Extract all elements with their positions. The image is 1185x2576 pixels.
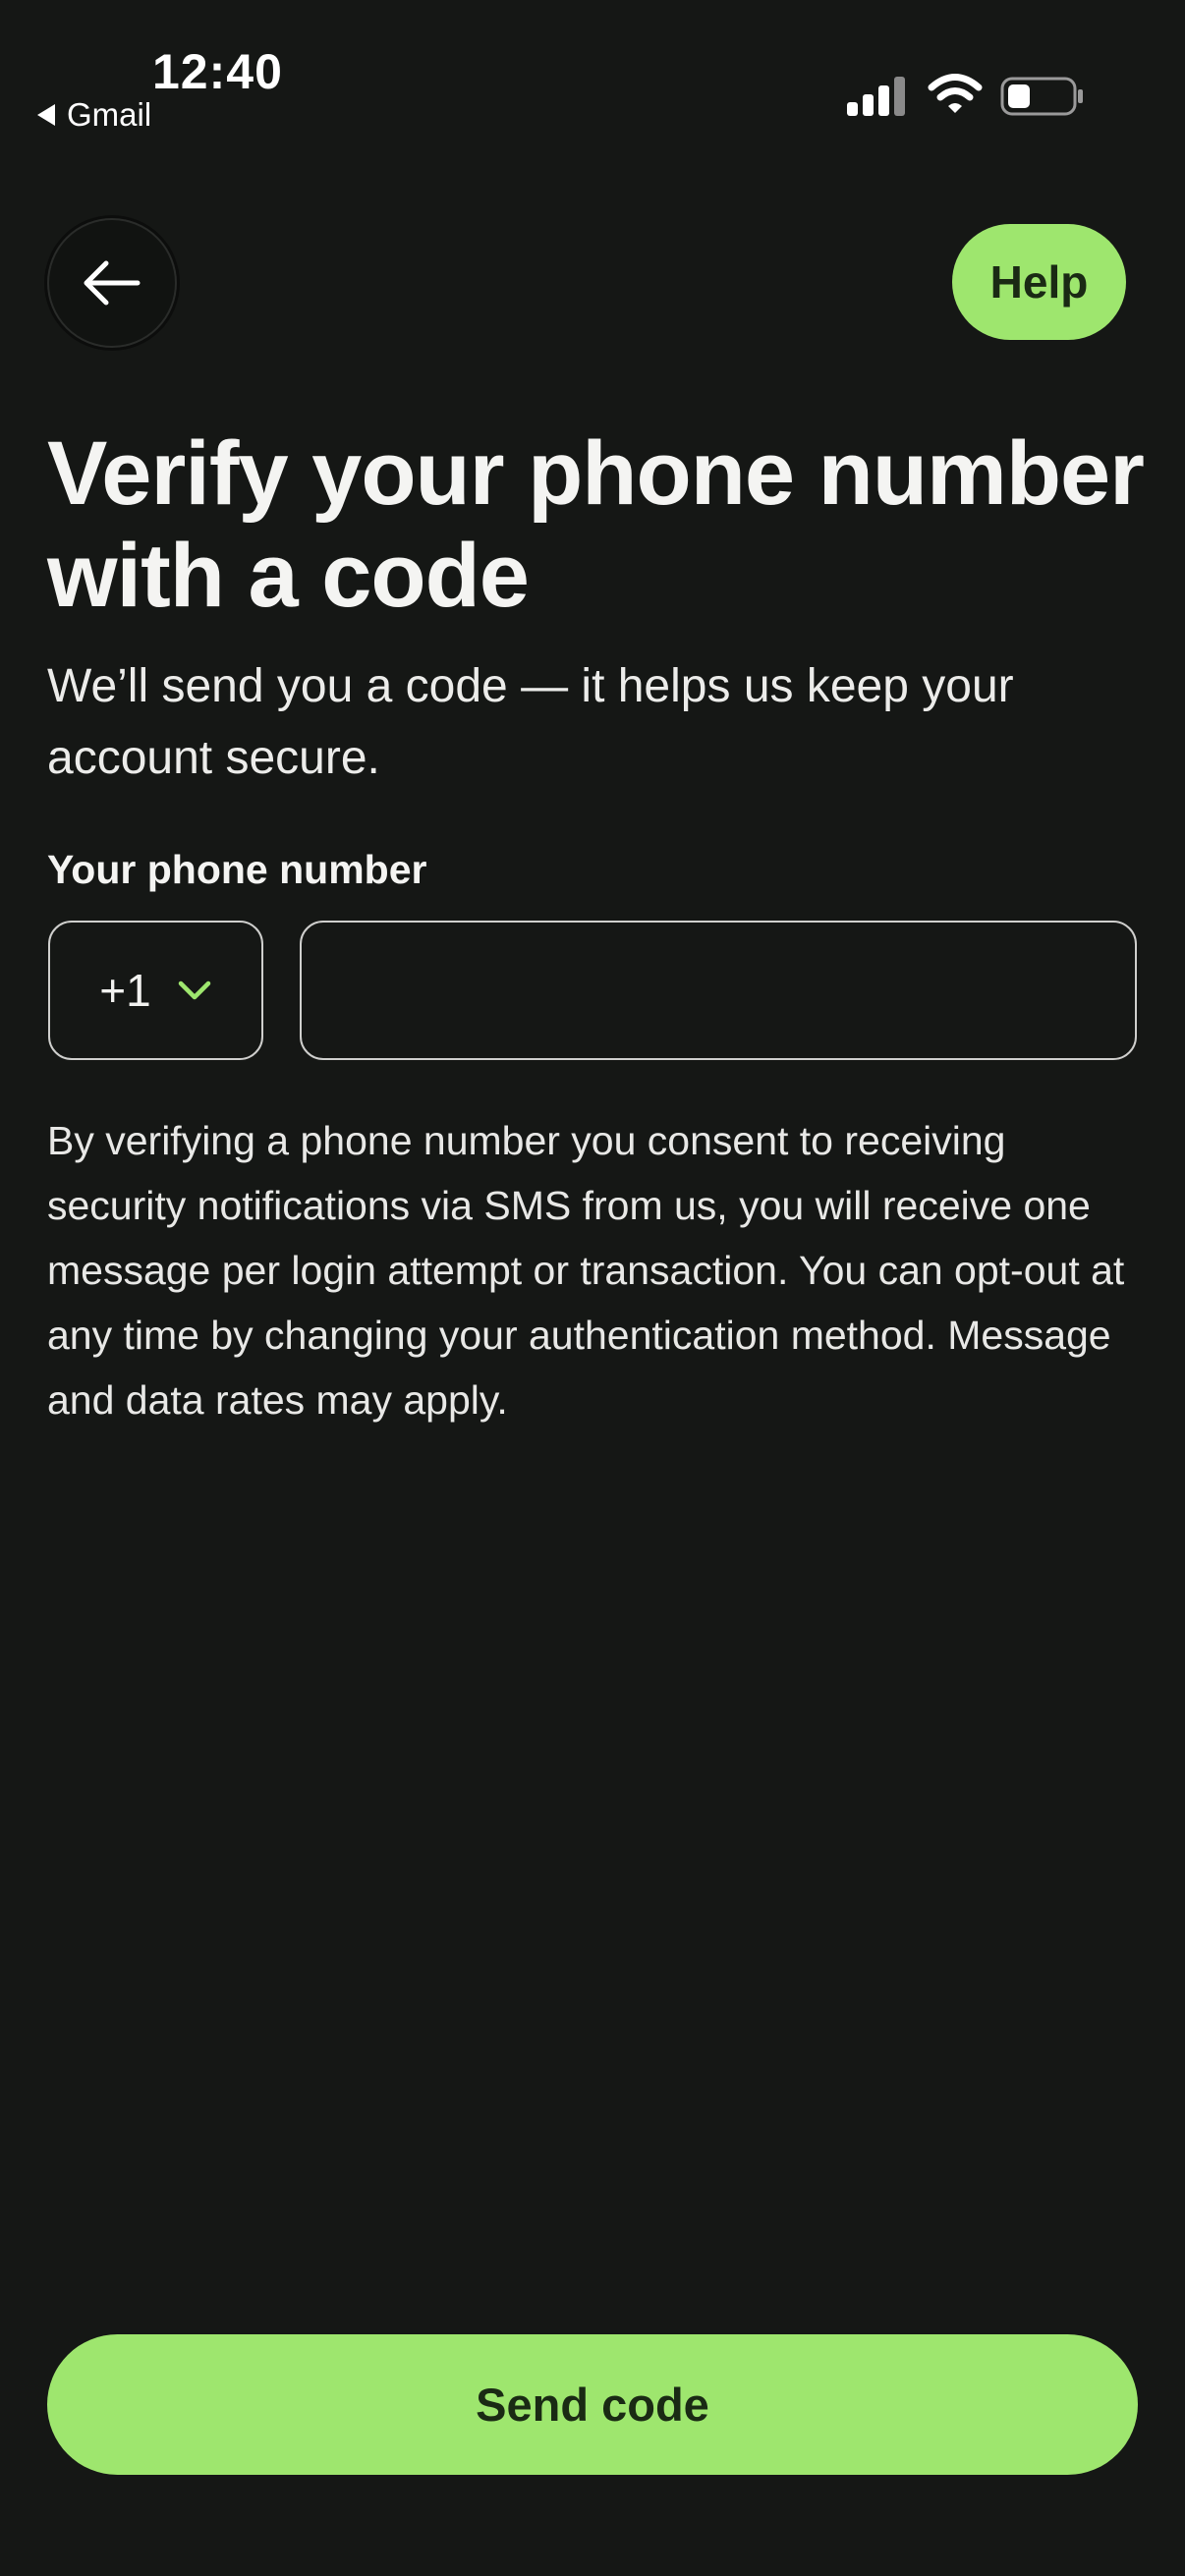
consent-text: By verifying a phone number you consent … [47,1118,1125,1423]
chevron-down-icon [178,980,210,1000]
back-triangle-icon [37,104,55,126]
battery-icon [1000,77,1083,116]
phone-number-input[interactable] [300,921,1137,1060]
send-code-button[interactable]: Send code [47,2334,1138,2475]
phone-number-label: Your phone number [47,847,427,892]
arrow-left-icon [84,260,141,306]
back-app-label: Gmail [67,96,152,133]
status-bar: 12:40 Gmail [0,0,1185,138]
page-title: Verify your phone number with a code [47,423,1145,626]
back-to-app-link[interactable]: Gmail [37,96,151,134]
back-button[interactable] [47,218,177,348]
page-subtitle: We’ll send you a code — it helps us keep… [47,660,1014,784]
wifi-icon [928,74,983,113]
signal-icon [847,75,906,116]
country-code-select[interactable]: +1 [48,921,263,1060]
status-time: 12:40 [152,44,283,99]
help-button[interactable]: Help [952,224,1126,340]
country-code-value: +1 [99,965,151,1016]
